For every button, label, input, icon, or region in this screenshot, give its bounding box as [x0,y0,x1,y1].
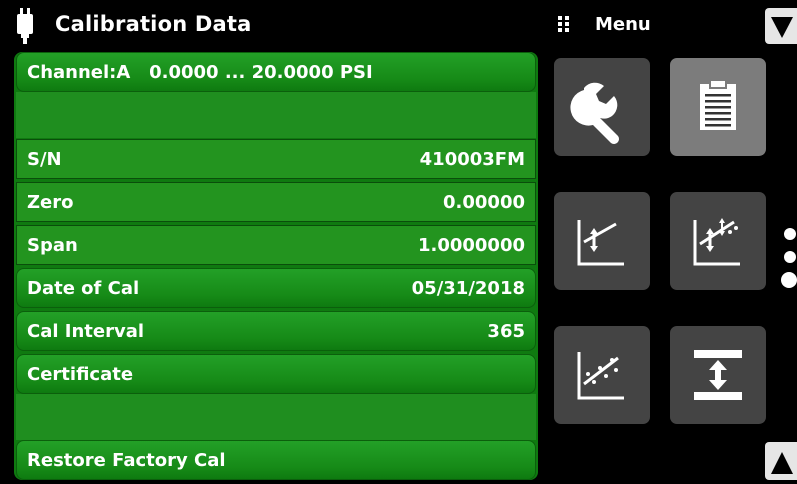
row-value: 1.0000000 [417,235,525,256]
row-value: 365 [487,321,525,342]
scroll-up-button[interactable] [765,442,797,480]
zero-row[interactable]: Zero 0.00000 [16,182,536,222]
row-label: Cal Interval [27,321,145,342]
certificate-label: Certificate [27,364,134,385]
row-value: 0.00000 [443,192,525,213]
page-dot[interactable] [784,228,796,240]
row-label: Span [27,235,78,256]
multi-point-cal-icon [693,218,740,266]
linearization-tile[interactable] [554,326,650,424]
two-point-cal-icon [577,220,624,266]
row-label: S/N [27,149,62,170]
certificate-button[interactable]: Certificate [16,354,536,394]
row-label: Date of Cal [27,278,140,299]
panel-spacer [16,394,536,440]
date-of-cal-button[interactable]: Date of Cal 05/31/2018 [16,268,536,308]
sensor-icon [14,8,36,44]
cal-data-tile[interactable] [670,58,766,156]
restore-label: Restore Factory Cal [27,450,226,471]
row-value: 410003FM [419,149,525,170]
scroll-down-button[interactable] [765,8,797,44]
channel-range-label: Channel:A 0.0000 ... 20.0000 PSI [27,62,373,83]
cal-interval-button[interactable]: Cal Interval 365 [16,311,536,351]
multi-point-cal-tile[interactable] [670,192,766,290]
panel-spacer [16,92,536,138]
span-row[interactable]: Span 1.0000000 [16,225,536,265]
row-label: Zero [27,192,74,213]
clipboard-icon [700,79,736,130]
restore-factory-cal-button[interactable]: Restore Factory Cal [16,440,536,480]
two-point-cal-tile[interactable] [554,192,650,290]
menu-label[interactable]: Menu [595,14,651,35]
page-title: Calibration Data [55,12,252,36]
wrench-icon [570,82,626,144]
page-dot-active[interactable] [781,272,797,288]
page-dot[interactable] [784,251,796,263]
channel-range-button[interactable]: Channel:A 0.0000 ... 20.0000 PSI [16,52,536,92]
triangle-down-icon [771,17,793,38]
row-value: 05/31/2018 [411,278,525,299]
linearization-icon [577,352,624,400]
serial-number-row: S/N 410003FM [16,139,536,179]
range-adjust-icon [694,350,742,400]
menu-grip-icon[interactable] [556,14,572,32]
triangle-up-icon [771,452,793,474]
range-adjust-tile[interactable] [670,326,766,424]
tools-tile[interactable] [554,58,650,156]
